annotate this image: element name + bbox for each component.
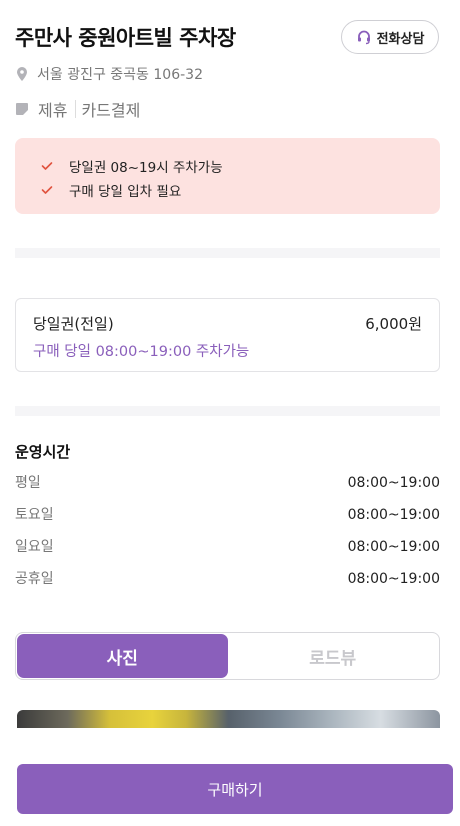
notice-item: 구매 당일 입차 필요 (41, 178, 440, 202)
notice-text: 당일권 08~19시 주차가능 (69, 160, 223, 176)
check-icon (41, 186, 53, 194)
tab-roadview[interactable]: 로드뷰 (228, 634, 439, 678)
hours-day: 공휴일 (15, 571, 54, 587)
hours-time: 08:00~19:00 (347, 507, 440, 523)
address-row: 서울 광진구 중곡동 106-32 (15, 64, 203, 84)
phone-consult-label: 전화상담 (376, 31, 425, 47)
media-tabs: 사진 로드뷰 (15, 632, 440, 680)
hours-time: 08:00~19:00 (347, 475, 440, 491)
notice-box: 당일권 08~19시 주차가능 구매 당일 입차 필요 (15, 138, 440, 214)
ticket-name: 당일권(전일) (33, 315, 114, 333)
location-pin-icon (17, 67, 27, 81)
tab-photo[interactable]: 사진 (17, 634, 228, 678)
ticket-card[interactable]: 당일권(전일) 6,000원 구매 당일 08:00~19:00 주차가능 (15, 298, 440, 372)
tag-row: 제휴 카드결제 (15, 97, 140, 121)
ticket-price: 6,000원 (365, 315, 422, 333)
tag-partner: 제휴 (38, 101, 68, 120)
notice-text: 구매 당일 입차 필요 (69, 184, 182, 200)
hours-day: 토요일 (15, 507, 54, 523)
tag-card-payment: 카드결제 (81, 101, 141, 120)
parking-photo[interactable] (17, 710, 440, 728)
hours-row: 일요일 08:00~19:00 (15, 531, 440, 563)
ticket-description: 구매 당일 08:00~19:00 주차가능 (33, 344, 250, 360)
hours-day: 일요일 (15, 539, 54, 555)
tag-divider (75, 100, 77, 118)
check-icon (41, 162, 53, 170)
hours-time: 08:00~19:00 (347, 539, 440, 555)
tag-icon (16, 103, 28, 115)
section-divider (15, 248, 440, 258)
hours-row: 평일 08:00~19:00 (15, 467, 440, 499)
headset-icon (357, 30, 370, 45)
hours-row: 토요일 08:00~19:00 (15, 499, 440, 531)
operating-hours-list: 평일 08:00~19:00 토요일 08:00~19:00 일요일 08:00… (15, 467, 440, 595)
section-divider (15, 406, 440, 416)
hours-row: 공휴일 08:00~19:00 (15, 563, 440, 595)
notice-item: 당일권 08~19시 주차가능 (41, 154, 440, 178)
hours-day: 평일 (15, 475, 41, 491)
address-text: 서울 광진구 중곡동 106-32 (37, 67, 203, 83)
phone-consult-button[interactable]: 전화상담 (341, 20, 439, 54)
buy-button[interactable]: 구매하기 (17, 764, 453, 814)
hours-time: 08:00~19:00 (347, 571, 440, 587)
page-title: 주만사 중원아트빌 주차장 (15, 26, 236, 50)
operating-hours-title: 운영시간 (15, 443, 71, 461)
